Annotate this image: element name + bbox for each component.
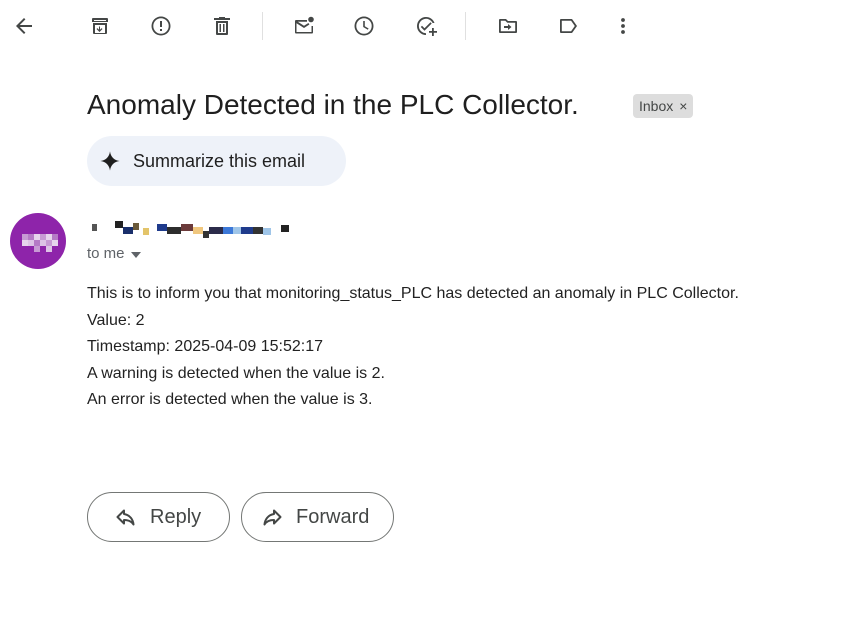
recipient-details-toggle[interactable]: to me: [87, 245, 141, 262]
body-line: Value: 2: [87, 311, 145, 329]
forward-label: Forward: [296, 505, 370, 528]
email-subject: Anomaly Detected in the PLC Collector.: [87, 89, 579, 120]
mark-unread-icon[interactable]: [288, 10, 320, 42]
recipient-text: to me: [87, 245, 125, 262]
body-line: This is to inform you that monitoring_st…: [87, 285, 739, 302]
chevron-down-icon: [130, 251, 141, 258]
sparkle-icon: [100, 151, 120, 171]
summarize-button[interactable]: Summarize this email: [87, 136, 346, 186]
label-icon[interactable]: [552, 10, 584, 42]
snooze-icon[interactable]: [348, 10, 380, 42]
summarize-label: Summarize this email: [133, 150, 306, 171]
report-spam-icon[interactable]: [145, 10, 177, 42]
sender-name-redacted: [87, 219, 297, 239]
more-icon[interactable]: [607, 10, 639, 42]
avatar[interactable]: [10, 213, 66, 269]
forward-icon: [263, 509, 282, 526]
forward-button[interactable]: Forward: [241, 492, 394, 542]
body-line: A warning is detected when the value is …: [87, 364, 385, 382]
reply-icon: [116, 509, 135, 526]
body-line: Timestamp: 2025-04-09 15:52:17: [87, 338, 323, 355]
reply-label: Reply: [150, 505, 202, 528]
reply-button[interactable]: Reply: [87, 492, 230, 542]
email-view: Anomaly Detected in the PLC Collector. I…: [0, 0, 850, 625]
email-toolbar: [0, 0, 850, 52]
inbox-label-chip[interactable]: Inbox ×: [633, 94, 694, 118]
body-line: An error is detected when the value is 3…: [87, 391, 373, 408]
delete-icon[interactable]: [206, 10, 238, 42]
remove-label-icon[interactable]: ×: [679, 98, 687, 114]
move-to-icon[interactable]: [492, 10, 524, 42]
archive-icon[interactable]: [84, 10, 116, 42]
label-chip-text: Inbox: [639, 98, 674, 114]
back-arrow-icon[interactable]: [8, 10, 40, 42]
toolbar-divider: [465, 12, 466, 40]
toolbar-divider: [262, 12, 263, 40]
email-body: This is to inform you that monitoring_st…: [87, 281, 739, 414]
add-to-tasks-icon[interactable]: [410, 10, 442, 42]
